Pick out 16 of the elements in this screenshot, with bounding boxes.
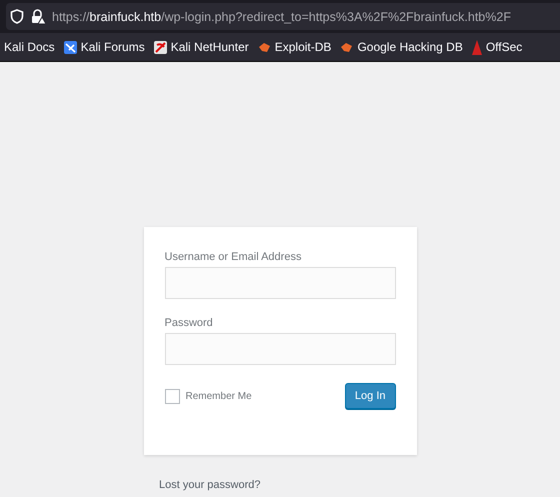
- bookmark-item[interactable]: Kali Forums: [64, 40, 145, 54]
- remember-checkbox[interactable]: [164, 388, 180, 404]
- bookmark-item[interactable]: Kali NetHunter: [154, 40, 249, 54]
- shield-icon: [10, 9, 24, 24]
- lost-password-link[interactable]: Lost your password?: [159, 479, 260, 491]
- username-field[interactable]: [164, 267, 396, 299]
- bookmark-item[interactable]: Exploit-DB: [258, 40, 332, 54]
- bookmark-item[interactable]: OffSec: [472, 40, 522, 54]
- login-button[interactable]: Log In: [344, 383, 396, 409]
- lock-warning-icon[interactable]: [30, 9, 46, 24]
- password-field[interactable]: [164, 333, 396, 365]
- password-label: Password: [164, 317, 214, 329]
- remember-label: Remember Me: [186, 390, 252, 402]
- bookmark-item[interactable]: Kali Docs: [4, 40, 55, 54]
- bookmark-item[interactable]: Google Hacking DB: [340, 40, 463, 54]
- username-label: Username or Email Address: [164, 251, 302, 263]
